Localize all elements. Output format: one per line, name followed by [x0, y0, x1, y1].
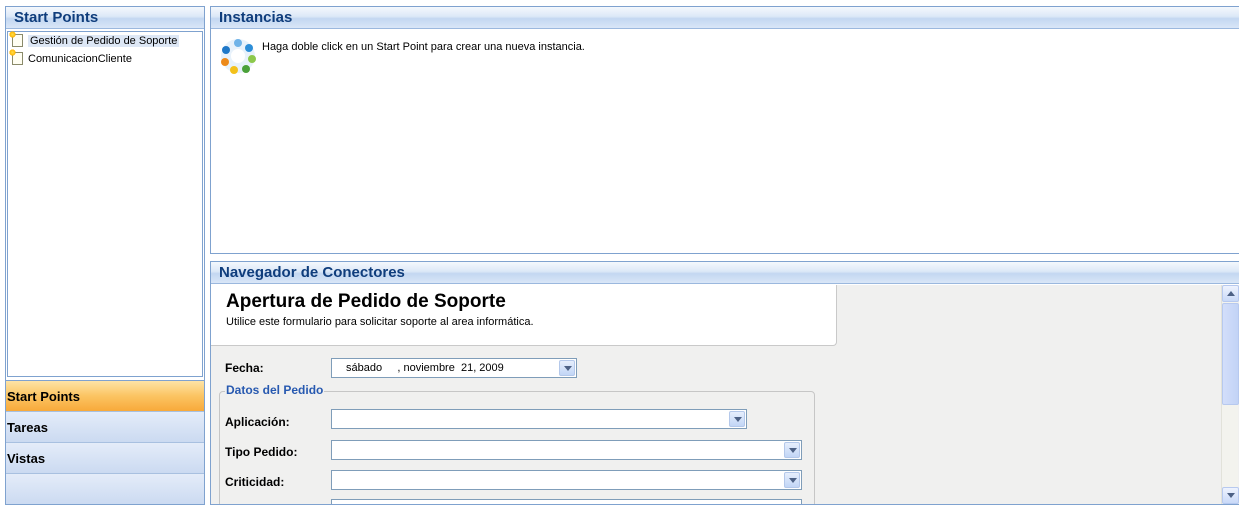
- aplicacion-label: Aplicación:: [225, 415, 290, 429]
- navegador-panel: Navegador de Conectores Apertura de Pedi…: [210, 261, 1239, 505]
- scroll-down-arrow-icon[interactable]: [1222, 487, 1239, 504]
- tree-item-comunicacion-cliente[interactable]: ComunicacionCliente: [8, 49, 202, 68]
- nav-button-start-points[interactable]: Start Points: [6, 381, 204, 412]
- chevron-down-icon[interactable]: [559, 360, 575, 376]
- navegador-header: Navegador de Conectores: [211, 262, 1239, 284]
- new-document-icon: [9, 31, 23, 47]
- instances-icon: [219, 37, 257, 75]
- tipo-pedido-label: Tipo Pedido:: [225, 445, 298, 459]
- criticidad-label: Criticidad:: [225, 475, 285, 489]
- new-document-icon: [9, 49, 23, 65]
- nav-button-vistas[interactable]: Vistas: [6, 443, 204, 474]
- scroll-thumb[interactable]: [1222, 303, 1239, 405]
- nav-button-tareas[interactable]: Tareas: [6, 412, 204, 443]
- next-field-partial[interactable]: [331, 499, 802, 504]
- aplicacion-select[interactable]: [331, 409, 747, 429]
- fecha-value: sábado , noviembre 21, 2009: [346, 362, 504, 374]
- instancias-panel: Instancias Haga doble click en un Start …: [210, 6, 1239, 254]
- instancias-body: Haga doble click en un Start Point para …: [211, 29, 1239, 75]
- start-points-panel: Start Points Gestión de Pedido de Soport…: [5, 6, 205, 505]
- start-points-tree: Gestión de Pedido de Soporte Comunicacio…: [7, 31, 203, 377]
- tree-item-label: ComunicacionCliente: [28, 53, 132, 65]
- fecha-date-picker[interactable]: sábado , noviembre 21, 2009: [331, 358, 577, 378]
- datos-pedido-legend: Datos del Pedido: [225, 383, 325, 397]
- chevron-down-icon[interactable]: [784, 442, 800, 458]
- start-points-header: Start Points: [6, 7, 204, 29]
- chevron-down-icon[interactable]: [784, 472, 800, 488]
- navigation-buttons: Start Points Tareas Vistas: [6, 380, 204, 504]
- form-header: Apertura de Pedido de Soporte Utilice es…: [211, 285, 837, 346]
- nav-button-blank: [6, 474, 204, 504]
- app-root: Start Points Gestión de Pedido de Soport…: [0, 0, 1239, 510]
- scroll-up-arrow-icon[interactable]: [1222, 285, 1239, 302]
- criticidad-select[interactable]: [331, 470, 802, 490]
- instancias-header: Instancias: [211, 7, 1239, 29]
- tipo-pedido-select[interactable]: [331, 440, 802, 460]
- fecha-label: Fecha:: [225, 361, 264, 375]
- vertical-scrollbar[interactable]: [1221, 285, 1239, 504]
- form-subtitle: Utilice este formulario para solicitar s…: [226, 316, 534, 328]
- form-title: Apertura de Pedido de Soporte: [226, 291, 506, 312]
- connector-browser: Apertura de Pedido de Soporte Utilice es…: [211, 285, 1239, 504]
- tree-item-label: Gestión de Pedido de Soporte: [28, 35, 180, 47]
- chevron-down-icon[interactable]: [729, 411, 745, 427]
- tree-item-gestion-pedido[interactable]: Gestión de Pedido de Soporte: [8, 31, 202, 50]
- instancias-hint: Haga doble click en un Start Point para …: [262, 41, 585, 53]
